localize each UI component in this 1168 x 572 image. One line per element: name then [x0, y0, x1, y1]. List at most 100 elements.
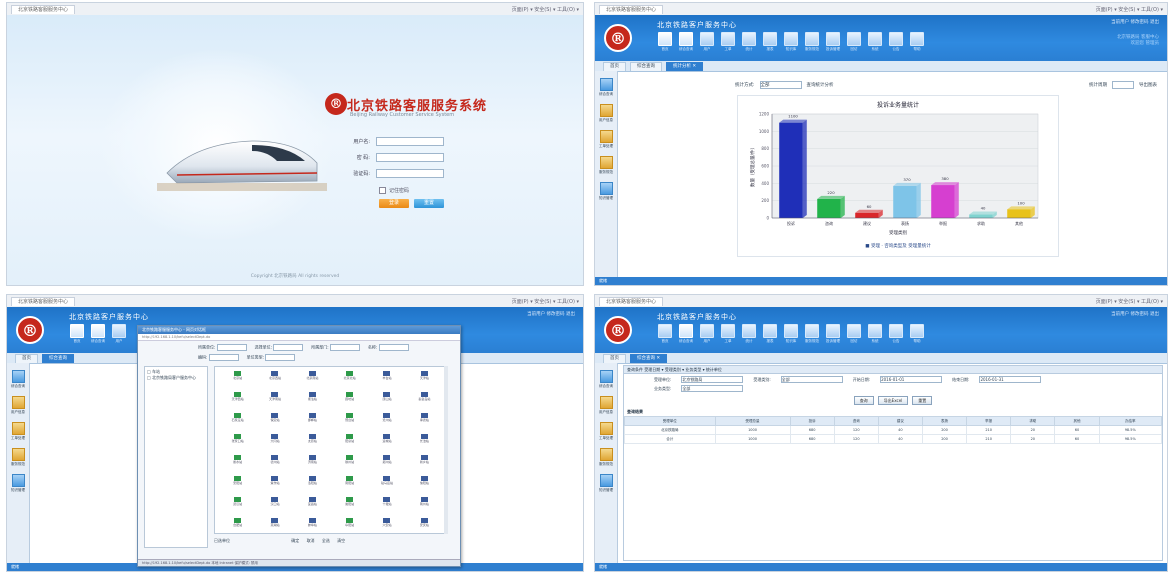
filter-select[interactable]	[208, 354, 239, 361]
folder-icon[interactable]	[599, 130, 613, 143]
nav-item[interactable]: 用户	[111, 324, 127, 344]
help-icon[interactable]	[910, 324, 924, 338]
notice-icon[interactable]	[889, 324, 903, 338]
nav-item[interactable]: 报表	[762, 32, 778, 52]
filter-select[interactable]	[378, 344, 409, 351]
report-icon[interactable]	[763, 32, 777, 46]
browser-tab[interactable]: 北京铁路客服服务中心	[11, 4, 76, 14]
station-cell[interactable]: 承德站	[406, 413, 443, 434]
station-cell[interactable]: 北京北站	[331, 371, 368, 392]
station-cell[interactable]: 郑州站	[368, 455, 405, 476]
tab-home[interactable]: 首页	[15, 354, 38, 363]
checkbox-icon[interactable]	[379, 187, 386, 194]
station-cell[interactable]: 南阳站	[331, 476, 368, 497]
home-icon[interactable]	[658, 324, 672, 338]
query-icon[interactable]	[91, 324, 105, 338]
tree-node[interactable]: □ 北京铁路局客户服务中心	[147, 375, 205, 381]
filter-select[interactable]	[329, 344, 360, 351]
station-cell[interactable]: 衡水站	[219, 455, 256, 476]
nav-item[interactable]: 首页	[657, 324, 673, 344]
station-cell[interactable]: 信阳站	[406, 476, 443, 497]
nav-item[interactable]: 系统	[867, 32, 883, 52]
tab-home[interactable]: 首页	[603, 62, 626, 71]
browser-tools[interactable]: 页面(P) ▾ 安全(S) ▾ 工具(O) ▾	[512, 6, 579, 13]
station-cell[interactable]: 汉口站	[256, 497, 293, 518]
book-icon[interactable]	[784, 324, 798, 338]
sidebar-item[interactable]: 服务规范	[595, 448, 617, 467]
station-cell[interactable]: 阳泉站	[331, 434, 368, 455]
station-cell[interactable]: 洛阳站	[294, 476, 331, 497]
station-cell[interactable]: 石家庄站	[219, 413, 256, 434]
book-icon[interactable]	[784, 32, 798, 46]
sidebar-item[interactable]: 用户信息	[7, 396, 29, 415]
station-cell[interactable]: 宜昌站	[294, 497, 331, 518]
reset-button[interactable]: 重置	[414, 199, 444, 208]
nav-item[interactable]: 统计	[741, 324, 757, 344]
station-cell[interactable]: 六安站	[368, 518, 405, 539]
nav-item[interactable]: 回访	[846, 32, 862, 52]
phone-icon[interactable]	[847, 32, 861, 46]
tab-home[interactable]: 首页	[603, 354, 626, 363]
nav-item[interactable]: 报表	[762, 324, 778, 344]
nav-item[interactable]: 知识库	[783, 32, 799, 52]
tab-query[interactable]: 综合查询	[630, 62, 662, 71]
help-icon[interactable]	[910, 32, 924, 46]
browser-tools[interactable]: 页面(P) ▾ 安全(S) ▾ 工具(O) ▾	[512, 298, 579, 305]
folder-icon[interactable]	[599, 156, 613, 169]
sidebar-item[interactable]: 工单处理	[595, 130, 617, 149]
station-cell[interactable]: 邢台站	[331, 413, 368, 434]
nav-item[interactable]: 公告	[888, 32, 904, 52]
query-icon[interactable]	[679, 32, 693, 46]
sidebar-item[interactable]: 综合查询	[595, 370, 617, 389]
station-cell[interactable]: 保定站	[256, 413, 293, 434]
ok-button[interactable]: 确定	[291, 538, 299, 543]
folder-icon[interactable]	[599, 396, 613, 409]
sidebar-item[interactable]: 知识管理	[595, 182, 617, 201]
station-cell[interactable]: 合肥站	[219, 518, 256, 539]
nav-item[interactable]: 投诉管理	[825, 32, 841, 52]
column-header[interactable]: 受理单位	[624, 416, 716, 426]
column-header[interactable]: 建议	[877, 416, 923, 426]
folder-icon[interactable]	[11, 448, 25, 461]
nav-item[interactable]: 首页	[69, 324, 85, 344]
cancel-button[interactable]: 取消	[307, 538, 315, 543]
column-header[interactable]: 咨询	[833, 416, 879, 426]
sidebar-item[interactable]: 综合查询	[7, 370, 29, 389]
folder-icon[interactable]	[599, 422, 613, 435]
nav-item[interactable]: 服务规范	[804, 324, 820, 344]
user-icon[interactable]	[700, 324, 714, 338]
station-cell[interactable]: 大同站	[256, 434, 293, 455]
query-icon[interactable]	[599, 78, 613, 91]
filter-select[interactable]	[273, 344, 304, 351]
station-cell[interactable]: 芜湖站	[256, 518, 293, 539]
header-links[interactable]: 当前用户 修改密码 退出	[527, 311, 575, 317]
nav-item[interactable]: 投诉管理	[825, 324, 841, 344]
sidebar-item[interactable]: 知识管理	[7, 474, 29, 493]
station-cell[interactable]: 焦作站	[256, 476, 293, 497]
export-button[interactable]: 导出Excel	[877, 396, 909, 405]
station-cell[interactable]: 十堰站	[368, 497, 405, 518]
nav-item[interactable]: 统计	[741, 32, 757, 52]
field-input[interactable]: 2016-01-01	[880, 376, 943, 383]
query-icon[interactable]	[679, 324, 693, 338]
station-cell[interactable]: 唐山站	[368, 392, 405, 413]
filter-button[interactable]: 查询统计分析	[807, 82, 834, 88]
select-all-button[interactable]: 全选	[322, 538, 330, 543]
system-icon[interactable]	[868, 324, 882, 338]
scrollbar[interactable]	[444, 366, 448, 534]
nav-item[interactable]: 帮助	[909, 324, 925, 344]
nav-item[interactable]: 工单	[720, 324, 736, 344]
field-input[interactable]: 2016-01-31	[979, 376, 1042, 383]
phone-icon[interactable]	[847, 324, 861, 338]
station-cell[interactable]: 太原站	[294, 434, 331, 455]
station-cell[interactable]: 阜阳站	[331, 518, 368, 539]
folder-icon[interactable]	[11, 396, 25, 409]
tab-stats[interactable]: 统计分析 ✕	[666, 62, 704, 71]
period-select[interactable]	[1112, 81, 1134, 89]
knowledge-icon[interactable]	[599, 474, 613, 487]
nav-item[interactable]: 首页	[657, 32, 673, 52]
station-cell[interactable]: 德州站	[256, 455, 293, 476]
sidebar-item[interactable]: 服务规范	[7, 448, 29, 467]
column-header[interactable]: 表扬	[921, 416, 968, 426]
station-cell[interactable]: 秦皇岛站	[406, 392, 443, 413]
